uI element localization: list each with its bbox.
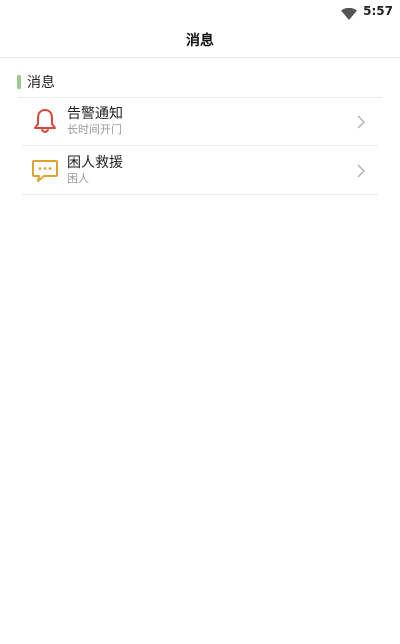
list-item-texts: 告警通知 长时间开门 <box>67 105 356 137</box>
wifi-icon <box>341 5 358 20</box>
section-accent-bar <box>17 75 21 89</box>
list-item-texts: 困人救援 困人 <box>67 154 356 186</box>
list-item-alarm-notice[interactable]: 告警通知 长时间开门 <box>22 97 378 146</box>
status-bar: 5:57 <box>0 0 400 22</box>
chevron-right-icon <box>356 163 366 178</box>
chat-bubble-icon <box>30 155 60 185</box>
status-time: 5:57 <box>363 4 393 18</box>
section-header: 消息 <box>17 73 55 91</box>
list-item-subtitle: 困人 <box>67 172 89 185</box>
bell-icon <box>30 106 60 136</box>
list-item-trapped-rescue[interactable]: 困人救援 困人 <box>22 146 378 195</box>
section-label: 消息 <box>27 75 55 91</box>
app-bar: 消息 <box>0 22 400 58</box>
list-item-subtitle: 长时间开门 <box>67 123 122 136</box>
list-item-title: 告警通知 <box>67 106 123 122</box>
page-title: 消息 <box>186 32 214 49</box>
message-list: 告警通知 长时间开门 困人救援 困人 <box>22 97 378 195</box>
list-item-title: 困人救援 <box>67 155 123 171</box>
chevron-right-icon <box>356 114 366 129</box>
